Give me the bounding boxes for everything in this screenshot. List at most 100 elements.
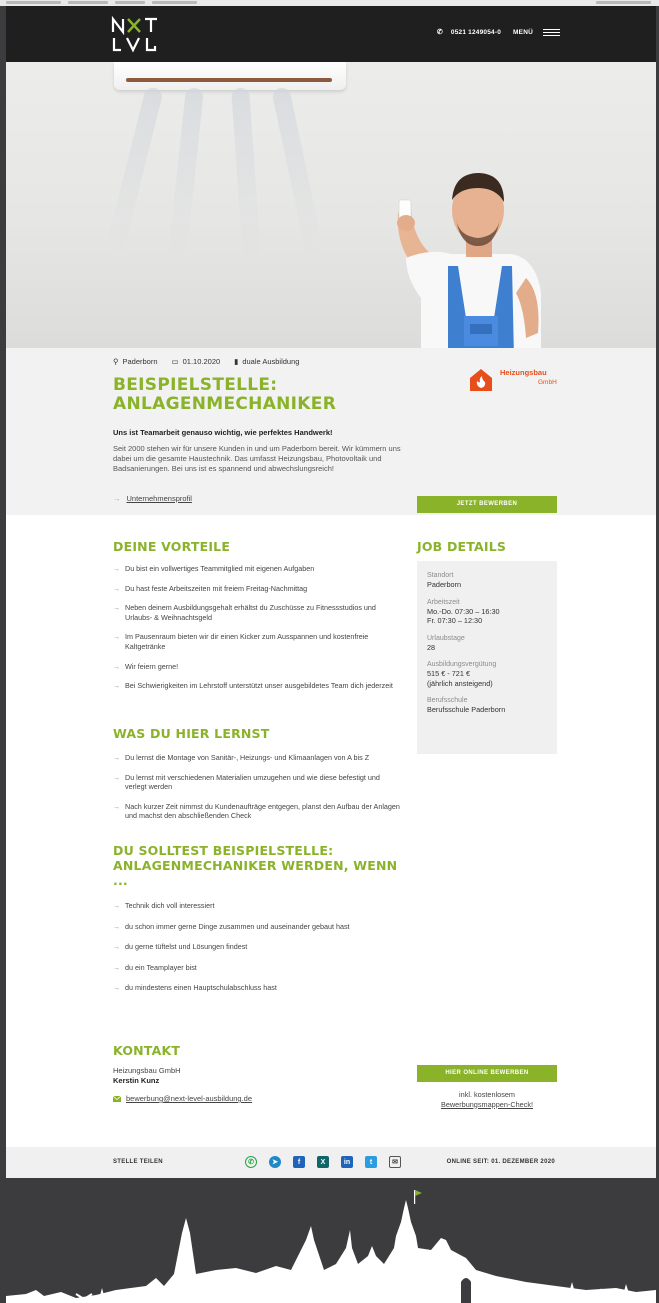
list-item: → Technik dich voll interessiert	[113, 901, 215, 910]
hero-image	[6, 62, 656, 348]
arrow-right-icon: →	[113, 983, 121, 993]
nxtlvl-logo[interactable]	[111, 16, 159, 54]
company-logo[interactable]: Heizungsbau GmbH	[468, 364, 560, 394]
apply-online-button[interactable]: HIER ONLINE BEWERBEN	[417, 1065, 557, 1082]
company-profile-link[interactable]: → Unternehmensprofil	[113, 494, 192, 503]
job-location: Paderborn	[122, 357, 158, 366]
phone-icon: ✆	[436, 29, 443, 36]
list-item: → du ein Teamplayer bist	[113, 962, 197, 972]
facebook-icon[interactable]: f	[293, 1156, 305, 1168]
header-actions: ✆ 0521 1249054-0 MENÜ	[437, 28, 560, 36]
list-item: → du gerne tüftelst und Lösungen findest	[113, 942, 248, 952]
list-item: → du mindestens einen Hauptschulabschluss…	[113, 983, 277, 993]
application-check-note: inkl. kostenlosem Bewerbungsmappen-Check…	[417, 1090, 557, 1109]
calendar-icon: ▭	[171, 357, 179, 366]
list-item: → Im Pausenraum bieten wir dir einen Kick…	[113, 632, 369, 651]
contact-company: Heizungsbau GmbH	[113, 1066, 181, 1075]
berufsschule-value: Berufsschule Paderborn	[427, 705, 506, 714]
arrow-right-icon: →	[113, 661, 121, 671]
job-meta: ⚲ Paderborn ▭ 01.10.2020 ▮ duale Ausbildung	[113, 357, 299, 366]
company-logo-sub: GmbH	[538, 379, 557, 386]
apply-now-button[interactable]: JETZT BEWERBEN	[417, 496, 557, 513]
arrow-right-icon: →	[113, 681, 121, 691]
telegram-icon[interactable]: ➤	[269, 1156, 281, 1168]
requirements-list: → Technik dich voll interessiert → du scho…	[113, 901, 403, 1004]
urlaub-value: 28	[427, 642, 436, 652]
job-details-heading: JOB DETAILS	[417, 539, 507, 554]
whatsapp-icon[interactable]: ✆	[245, 1156, 257, 1168]
job-title-line1: BEISPIELSTELLE:	[113, 375, 278, 395]
share-icons: ✆ ➤ f X in t ✉	[245, 1156, 401, 1168]
hamburger-menu-icon[interactable]	[543, 28, 560, 36]
arrow-right-icon: →	[113, 632, 121, 642]
house-flame-icon	[470, 369, 492, 391]
technician-photo	[397, 173, 541, 348]
arrow-right-icon: →	[113, 901, 121, 910]
list-item: → Du lernst mit verschiedenen Materialien…	[113, 772, 380, 792]
arrow-right-icon: →	[113, 942, 121, 952]
twitter-icon[interactable]: t	[365, 1156, 377, 1168]
share-label: STELLE TEILEN	[113, 1159, 163, 1165]
arrow-right-icon: →	[113, 962, 121, 972]
job-header: ⚲ Paderborn ▭ 01.10.2020 ▮ duale Ausbildung…	[6, 348, 656, 515]
application-check-link[interactable]: Bewerbungsmappen-Check!	[441, 1100, 533, 1109]
list-item: → du schon immer gerne Dinge zusammen und…	[113, 921, 350, 931]
job-type: duale Ausbildung	[242, 357, 300, 366]
xing-icon[interactable]: X	[317, 1156, 329, 1168]
arrow-right-icon: →	[113, 801, 121, 811]
site-header: ✆ 0521 1249054-0 MENÜ	[6, 6, 656, 62]
online-since: ONLINE SEIT: 01. DEZEMBER 2020	[446, 1159, 555, 1165]
arbeitszeit-value: Mo.-Do. 07:30 – 16:30 Fr. 07:30 – 12:30	[427, 606, 500, 626]
benefits-heading: DEINE VORTEILE	[113, 539, 231, 554]
verguetung-value: 515 € - 721 € (jährlich ansteigend)	[427, 669, 493, 688]
air-conditioner-illustration	[114, 62, 346, 90]
envelope-icon	[113, 1095, 121, 1102]
arrow-right-icon: →	[113, 583, 121, 593]
requirements-heading: DU SOLLTEST BEISPIELSTELLE: ANLAGENMECHA…	[113, 843, 398, 888]
linkedin-icon[interactable]: in	[341, 1156, 353, 1168]
standort-label: Standort	[427, 572, 454, 579]
mail-icon[interactable]: ✉	[389, 1156, 401, 1168]
company-profile-label[interactable]: Unternehmensprofil	[127, 494, 192, 503]
job-title-line2: ANLAGENMECHANIKER	[113, 394, 337, 414]
job-date: 01.10.2020	[182, 357, 221, 366]
contact-person: Kerstin Kunz	[113, 1076, 160, 1085]
footer-skyline	[6, 1178, 656, 1303]
job-title: BEISPIELSTELLE: ANLAGENMECHANIKER	[113, 376, 413, 414]
learn-list: → Du lernst die Montage von Sanitär-, Hei…	[113, 753, 403, 831]
urlaub-label: Urlaubstage	[427, 634, 465, 642]
arbeitszeit-label: Arbeitszeit	[427, 598, 460, 606]
verguetung-label: Ausbildungsvergütung	[427, 661, 497, 668]
location-pin-icon: ⚲	[113, 357, 119, 366]
arrow-right-icon: →	[113, 564, 121, 573]
list-item: → Wir feiern gerne!	[113, 661, 179, 671]
bookmark-icon: ▮	[234, 357, 239, 366]
contact-heading: KONTAKT	[113, 1043, 181, 1058]
incl-text: inkl. kostenlosem	[459, 1090, 515, 1099]
benefits-list: → Du bist ein vollwertiges Teammitglied m…	[113, 564, 403, 701]
phone-number[interactable]: 0521 1249054-0	[451, 29, 501, 36]
company-logo-name: Heizungsbau	[500, 368, 547, 377]
list-item: → Neben deinem Ausbildungsgehalt erhältst…	[113, 603, 376, 622]
menu-label[interactable]: MENÜ	[513, 29, 533, 36]
arrow-right-icon: →	[113, 494, 121, 503]
page: ✆ 0521 1249054-0 MENÜ ⚲ Paderborn ▭ 01.1…	[6, 6, 656, 1303]
list-item: → Du bist ein vollwertiges Teammitglied m…	[113, 564, 315, 573]
list-item: → Nach kurzer Zeit nimmst du Kundenaufträ…	[113, 801, 400, 821]
learn-heading: WAS DU HIER LERNST	[113, 726, 270, 741]
list-item: → Bei Schwierigkeiten im Lehrstoff unters…	[113, 681, 393, 691]
standort-value: Paderborn	[427, 580, 462, 589]
job-intro: Seit 2000 stehen wir für unsere Kunden i…	[113, 444, 401, 473]
arrow-right-icon: →	[113, 753, 121, 762]
arrow-right-icon: →	[113, 772, 121, 782]
contact-email[interactable]: bewerbung@next-level-ausbildung.de	[126, 1094, 252, 1103]
berufsschule-label: Berufsschule	[427, 697, 468, 704]
job-lead: Uns ist Teamarbeit genauso wichtig, wie …	[113, 428, 333, 437]
arrow-right-icon: →	[113, 921, 121, 931]
list-item: → Du lernst die Montage von Sanitär-, Hei…	[113, 753, 370, 762]
list-item: → Du hast feste Arbeitszeiten mit freiem …	[113, 583, 308, 593]
arrow-right-icon: →	[113, 603, 121, 613]
contact-email-link[interactable]: bewerbung@next-level-ausbildung.de	[113, 1094, 252, 1103]
city-skyline-illustration	[6, 1190, 656, 1303]
job-details-box: Standort Paderborn Arbeitszeit Mo.-Do. 0…	[417, 561, 557, 754]
